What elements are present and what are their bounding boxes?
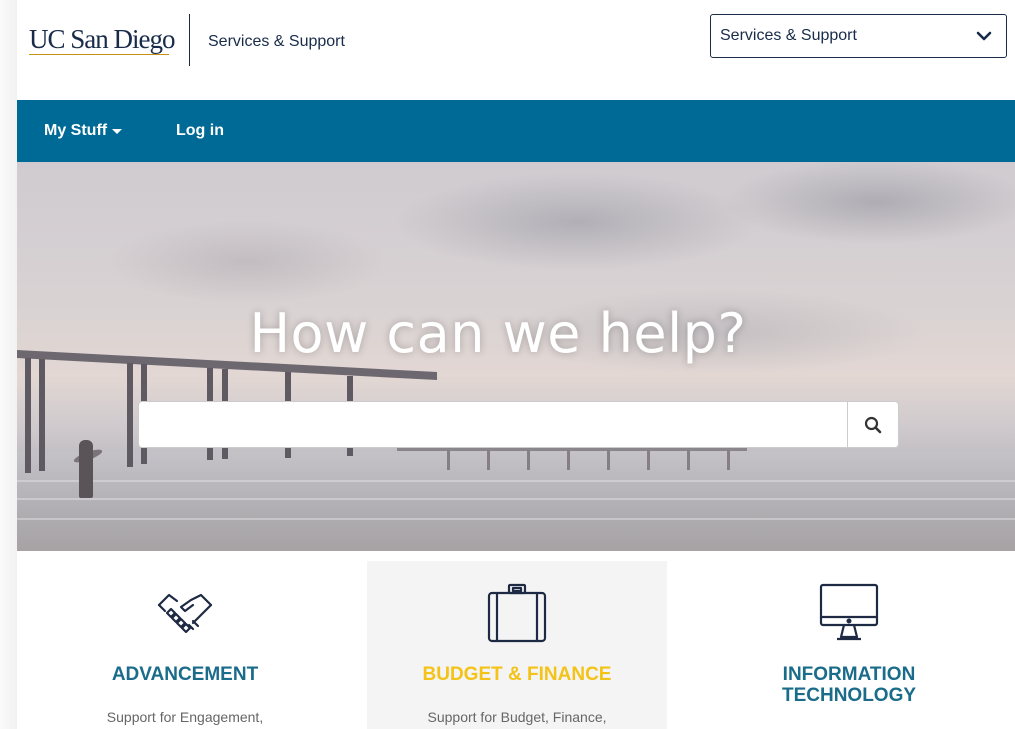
- card-title: INFORMATION TECHNOLOGY: [699, 664, 999, 706]
- card-information-technology[interactable]: INFORMATION TECHNOLOGY: [699, 561, 999, 729]
- pier-post-far: [567, 450, 570, 470]
- card-title-line: INFORMATION: [782, 664, 916, 685]
- pier-post-far: [527, 450, 530, 470]
- category-cards: ADVANCEMENT Support for Engagement, BUDG…: [17, 551, 1015, 729]
- search-input[interactable]: [138, 401, 847, 448]
- nav-my-stuff-label: My Stuff: [44, 122, 108, 139]
- portal-select[interactable]: Services & Support: [710, 14, 1007, 58]
- card-title: ADVANCEMENT: [111, 664, 259, 685]
- surfer-silhouette: [79, 440, 93, 498]
- pier-post-far: [607, 450, 610, 470]
- card-title-line: TECHNOLOGY: [781, 685, 917, 706]
- card-description: Support for Engagement,: [106, 709, 264, 725]
- search-icon: [864, 416, 882, 433]
- chevron-down-icon: [976, 31, 992, 41]
- page-edge: [0, 0, 17, 729]
- card-title: BUDGET & FINANCE: [422, 664, 612, 685]
- handshake-icon: [157, 593, 213, 634]
- pier-post: [25, 358, 31, 473]
- monitor-icon: [819, 583, 879, 641]
- pier-post-far: [447, 450, 450, 470]
- main-nav: My Stuff Log in: [17, 100, 1015, 162]
- pier-post-far: [687, 450, 690, 470]
- briefcase-icon: [487, 583, 547, 643]
- site-header: UC San Diego Services & Support Services…: [17, 0, 1015, 100]
- search-button[interactable]: [847, 401, 899, 448]
- wave-line: [17, 480, 1015, 482]
- card-budget-finance[interactable]: BUDGET & FINANCE Support for Budget, Fin…: [367, 561, 667, 729]
- logo-underline: [29, 54, 169, 55]
- portal-select-value: Services & Support: [720, 27, 857, 44]
- wave-line: [17, 498, 1015, 500]
- ucsd-logo[interactable]: UC San Diego: [29, 24, 175, 55]
- pier-post: [127, 363, 133, 467]
- site-title[interactable]: Services & Support: [208, 33, 345, 51]
- pier-post-far: [487, 450, 490, 470]
- nav-login[interactable]: Log in: [176, 122, 224, 140]
- hero-heading: How can we help?: [249, 302, 747, 365]
- wave-line: [17, 518, 1015, 520]
- hero-banner: How can we help?: [17, 162, 1015, 551]
- page: UC San Diego Services & Support Services…: [17, 0, 1015, 729]
- header-divider: [189, 14, 190, 66]
- card-description: Support for Budget, Finance,: [427, 709, 607, 725]
- card-advancement[interactable]: ADVANCEMENT Support for Engagement,: [35, 561, 335, 729]
- hero-sea: [17, 452, 1015, 551]
- caret-down-icon: [112, 128, 123, 134]
- nav-my-stuff[interactable]: My Stuff: [44, 122, 123, 140]
- pier-post-far: [727, 450, 730, 470]
- pier-post: [39, 359, 45, 471]
- search-bar: [138, 401, 899, 448]
- pier-post-far: [647, 450, 650, 470]
